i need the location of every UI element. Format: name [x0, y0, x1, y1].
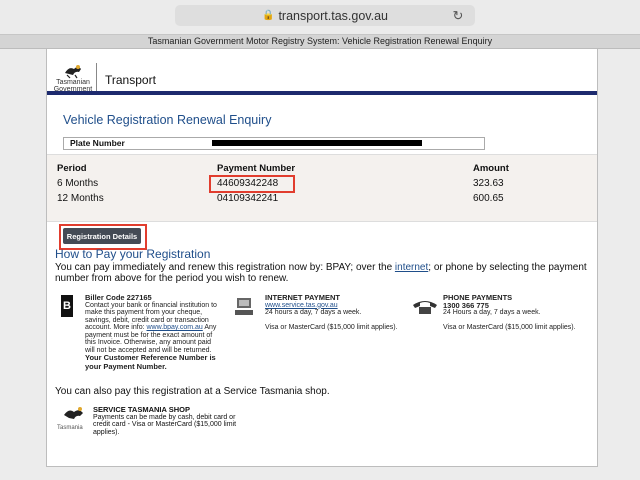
address-bar[interactable]: 🔒 transport.tas.gov.au	[175, 5, 475, 26]
how-to-pay-title: How to Pay your Registration	[55, 247, 211, 261]
bpay-section: Biller Code 227165 Contact your bank or …	[85, 294, 219, 371]
plate-number-row: Plate Number	[63, 137, 485, 150]
row-period: 12 Months	[57, 193, 104, 204]
phone-hours: 24 Hours a day, 7 days a week.	[443, 309, 541, 316]
row-payment-number: 44609342248	[217, 178, 279, 189]
plate-number-redacted	[212, 140, 422, 146]
payment-table: Period Payment Number Amount 6 Months 44…	[47, 154, 597, 222]
browser-tab[interactable]: Tasmanian Government Motor Registry Syst…	[0, 34, 640, 49]
section-title: Transport	[105, 73, 156, 87]
internet-payment-section: INTERNET PAYMENT www.service.tas.gov.au …	[265, 294, 405, 332]
tasmanian-tiger-icon	[65, 65, 81, 79]
page-title: Vehicle Registration Renewal Enquiry	[63, 113, 272, 127]
phone-cards: Visa or MasterCard ($15,000 limit applie…	[443, 324, 576, 331]
column-header-amount: Amount	[473, 163, 509, 174]
page-content: Tasmanian Government Transport Vehicle R…	[46, 49, 598, 467]
service-tasmania-logo-text: Tasmania	[57, 425, 83, 431]
bpay-heading: Biller Code 227165	[85, 293, 152, 302]
bpay-icon: B	[61, 295, 73, 317]
internet-cards: Visa or MasterCard ($15,000 limit applie…	[265, 324, 398, 331]
browser-toolbar: 🔒 transport.tas.gov.au ↻	[0, 0, 640, 34]
how-to-pay-text-start: You can pay immediately and renew this r…	[55, 262, 395, 273]
internet-payment-heading: INTERNET PAYMENT	[265, 293, 341, 302]
row-amount: 323.63	[473, 178, 504, 189]
row-amount: 600.65	[473, 193, 504, 204]
logo-text-top: Tasmanian	[56, 79, 90, 86]
service-tasmania-shop-details: Payments can be made by cash, debit card…	[93, 413, 237, 436]
reload-icon[interactable]: ↻	[448, 5, 468, 26]
service-tasmania-text: You can also pay this registration at a …	[55, 386, 330, 397]
registration-details-button[interactable]: Registration Details	[63, 228, 141, 244]
row-period: 6 Months	[57, 178, 99, 189]
svg-text:B: B	[63, 300, 71, 312]
service-tasmania-shop-text: SERVICE TASMANIA SHOP Payments can be ma…	[93, 406, 243, 436]
phone-number: 1300 366 775	[443, 300, 489, 310]
url-text: transport.tas.gov.au	[278, 8, 388, 23]
lock-icon: 🔒	[261, 10, 275, 21]
row-payment-number: 04109342241	[217, 193, 279, 204]
tasmanian-government-logo[interactable]: Tasmanian Government	[50, 63, 97, 93]
column-header-payment-number: Payment Number	[217, 163, 296, 174]
computer-icon	[235, 298, 253, 315]
service-tas-link[interactable]: www.service.tas.gov.au	[265, 302, 338, 309]
service-tasmania-shop-heading: SERVICE TASMANIA SHOP	[93, 405, 190, 414]
internet-hours: 24 hours a day, 7 days a week.	[265, 309, 362, 316]
internet-link[interactable]: internet	[395, 262, 428, 273]
phone-payment-section: PHONE PAYMENTS 1300 366 775 24 Hours a d…	[443, 294, 593, 332]
bpay-reference: Your Customer Reference Number is your P…	[85, 353, 216, 371]
plate-number-label: Plate Number	[70, 138, 125, 148]
how-to-pay-text: You can pay immediately and renew this r…	[55, 262, 595, 284]
nav-bar	[47, 91, 597, 95]
column-header-period: Period	[57, 163, 87, 174]
phone-icon	[413, 301, 437, 314]
bpay-link[interactable]: www.bpay.com.au	[146, 324, 202, 331]
